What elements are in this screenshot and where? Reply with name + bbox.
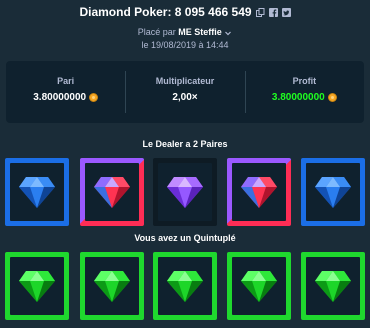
purple-gem-icon	[167, 177, 203, 208]
player-card-1	[5, 252, 69, 320]
player-hand-title: Vous avez un Quintuplé	[134, 233, 236, 243]
header: Diamond Poker: 8 095 466 549	[0, 4, 370, 20]
placed-by-prefix: Placé par	[137, 27, 176, 37]
stat-profit: Profit 3.80000000	[244, 61, 364, 123]
red-gem-icon	[241, 177, 277, 208]
bet-title: Diamond Poker: 8 095 466 549	[79, 5, 252, 19]
username-link[interactable]: ME Steffie	[178, 27, 222, 37]
dealer-hand-title: Le Dealer a 2 Paires	[142, 139, 228, 149]
twitter-icon[interactable]	[281, 7, 291, 17]
stat-multiplier: Multiplicateur 2,00×	[125, 61, 244, 123]
dealer-card-2	[80, 158, 144, 226]
multiplier-label: Multiplicateur	[155, 76, 215, 86]
blue-gem-icon	[19, 177, 55, 208]
bet-label: Pari	[57, 76, 75, 86]
bet-value-row: 3.80000000	[6, 92, 125, 103]
dealer-card-5	[301, 158, 365, 226]
dealer-card-1	[5, 158, 69, 226]
bet-details-modal: Diamond Poker: 8 095 466 549 Placé par M…	[0, 0, 370, 328]
profit-label: Profit	[292, 76, 317, 86]
coin-icon	[89, 93, 99, 102]
green-gem-icon	[94, 271, 130, 302]
green-gem-icon	[315, 271, 351, 302]
dealer-card-4	[227, 158, 291, 226]
facebook-icon[interactable]	[268, 7, 278, 17]
placed-by: Placé par ME Steffie	[0, 27, 370, 37]
coin-icon	[327, 93, 337, 102]
bet-value: 3.80000000	[33, 92, 87, 103]
player-card-2	[80, 252, 144, 320]
green-gem-icon	[241, 271, 277, 302]
multiplier-value: 2,00×	[172, 92, 198, 103]
stat-bet: Pari 3.80000000	[6, 61, 125, 123]
red-gem-icon	[94, 177, 130, 208]
dealer-card-3	[153, 158, 217, 226]
player-card-3	[153, 252, 217, 320]
blue-gem-icon	[315, 177, 351, 208]
green-gem-icon	[167, 271, 203, 302]
multiplier-value-row: 2,00×	[125, 92, 244, 103]
player-card-4	[227, 252, 291, 320]
copy-icon[interactable]	[255, 7, 265, 17]
profit-value-row: 3.80000000	[245, 92, 364, 103]
profit-value: 3.80000000	[271, 92, 325, 103]
green-gem-icon	[19, 271, 55, 302]
bet-date: le 19/08/2019 à 14:44	[141, 40, 229, 50]
stats-panel: Pari 3.80000000 Multiplicateur 2,00× Pro…	[6, 61, 364, 123]
player-card-5	[301, 252, 365, 320]
chevron-down-icon[interactable]	[224, 29, 232, 37]
